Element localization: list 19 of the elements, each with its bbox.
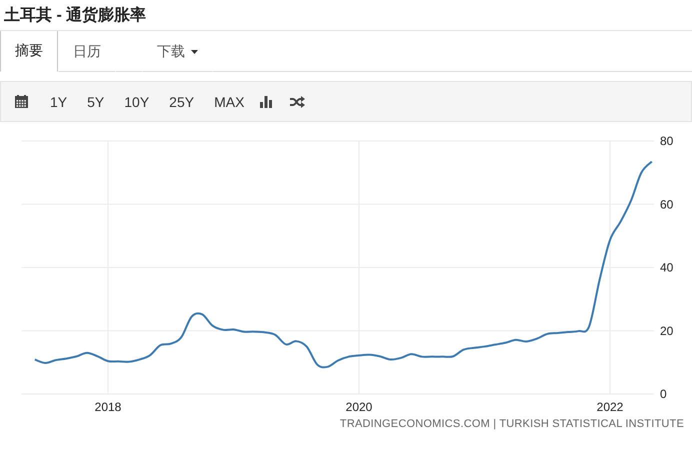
axis-label: 20 xyxy=(660,324,674,338)
shuffle-icon[interactable] xyxy=(290,96,306,108)
axis-label: 2020 xyxy=(346,400,372,414)
range-button[interactable]: 25Y xyxy=(159,94,204,110)
axis-label: 2022 xyxy=(596,400,624,414)
page-title: 土耳其 - 通货膨胀率 xyxy=(4,5,146,26)
tab[interactable]: 摘要 xyxy=(0,31,58,72)
source-text: TRADINGECONOMICS.COM | TURKISH STATISTICAL INSTITUTE xyxy=(340,418,684,430)
range-button[interactable]: 10Y xyxy=(114,94,160,110)
calendar-icon[interactable] xyxy=(15,95,28,108)
bar-chart-icon[interactable] xyxy=(260,96,272,108)
axis-label: 0 xyxy=(660,387,667,401)
axis-label: 80 xyxy=(660,134,674,148)
range-button[interactable]: MAX xyxy=(204,94,254,110)
axis-label: 2018 xyxy=(94,400,122,414)
range-button[interactable]: 5Y xyxy=(77,94,114,110)
axis-label: 40 xyxy=(660,260,674,274)
axis-label: 60 xyxy=(660,197,674,212)
range-button[interactable]: 1Y xyxy=(40,94,78,110)
